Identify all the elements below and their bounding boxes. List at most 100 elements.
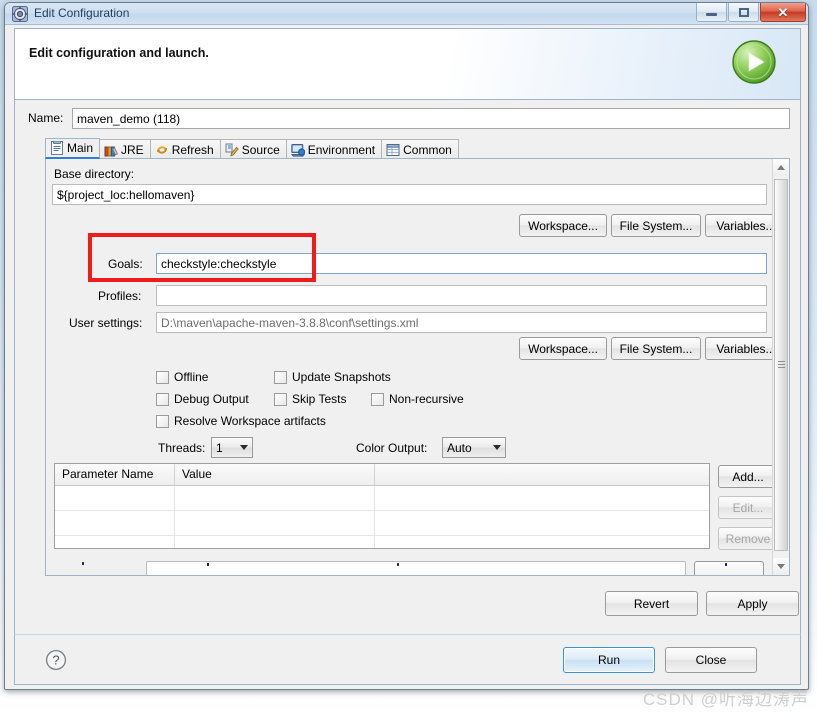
goals-input[interactable]	[156, 253, 767, 274]
revert-button[interactable]: Revert	[605, 591, 698, 616]
threads-dropdown[interactable]: 1	[211, 437, 253, 458]
watermark-text: CSDN @听海边涛声	[642, 690, 809, 709]
color-output-value: Auto	[447, 440, 472, 455]
jre-library-icon	[104, 143, 119, 157]
add-parameter-button[interactable]: Add...	[718, 465, 778, 488]
table-cell	[175, 486, 375, 510]
run-button[interactable]: Run	[563, 647, 655, 673]
checkbox-skip-tests-box[interactable]	[274, 392, 287, 406]
profiles-input[interactable]	[156, 285, 767, 306]
checkbox-offline-box[interactable]	[156, 370, 169, 384]
checkbox-resolve-workspace-artifacts-box[interactable]	[156, 414, 169, 428]
tab-main-label: Main	[67, 141, 94, 155]
tab-refresh[interactable]: Refresh	[149, 139, 221, 159]
checkbox-non-recursive[interactable]: Non-recursive	[371, 392, 464, 406]
parameter-table[interactable]: Parameter Name Value	[54, 463, 710, 549]
scrollbar-thumb[interactable]	[774, 179, 788, 551]
window-titlebar: Edit Configuration ✕	[5, 3, 808, 25]
tab-main[interactable]: Main	[45, 138, 101, 159]
tab-common-label: Common	[403, 142, 452, 157]
svg-text:?: ?	[52, 653, 59, 668]
checkbox-update-snapshots[interactable]: Update Snapshots	[274, 370, 391, 384]
checkbox-non-recursive-box[interactable]	[371, 392, 384, 406]
apply-button[interactable]: Apply	[706, 591, 799, 616]
remove-parameter-button[interactable]: Remove	[718, 527, 778, 550]
edit-parameter-button[interactable]: Edit...	[718, 496, 778, 519]
close-button[interactable]: Close	[665, 647, 757, 673]
table-row[interactable]	[55, 511, 709, 536]
checkbox-debug-output-box[interactable]	[156, 392, 169, 406]
checkbox-update-snapshots-box[interactable]	[274, 370, 287, 384]
parameter-table-header: Parameter Name Value	[55, 464, 709, 486]
tab-refresh-label: Refresh	[171, 142, 214, 157]
config-gear-icon	[12, 6, 28, 22]
checkbox-debug-output[interactable]: Debug Output	[156, 392, 249, 406]
scroll-down-arrow[interactable]	[773, 558, 789, 575]
maximize-icon	[738, 7, 749, 17]
color-output-dropdown[interactable]: Auto	[442, 437, 506, 458]
checkbox-skip-tests-label: Skip Tests	[292, 392, 347, 406]
name-label: Name:	[28, 111, 64, 125]
name-input[interactable]	[72, 108, 790, 129]
revert-apply-band: Revert Apply	[45, 582, 799, 622]
table-row[interactable]	[55, 536, 709, 548]
scroll-up-arrow[interactable]	[773, 159, 789, 176]
checkbox-debug-output-label: Debug Output	[174, 392, 249, 406]
dialog-header-title: Edit configuration and launch.	[29, 46, 209, 60]
minimize-icon	[706, 13, 717, 16]
checkbox-resolve-workspace-artifacts-label: Resolve Workspace artifacts	[174, 414, 326, 428]
column-value: Value	[175, 464, 375, 485]
refresh-arrows-icon	[155, 143, 169, 157]
threads-label: Threads:	[158, 441, 206, 455]
column-extra	[375, 464, 709, 485]
tab-common[interactable]: Common	[381, 139, 459, 159]
tab-environment-label: Environment	[307, 142, 376, 157]
checkbox-resolve-workspace-artifacts[interactable]: Resolve Workspace artifacts	[156, 414, 326, 428]
name-row: Name:	[28, 108, 790, 130]
chevron-down-icon	[236, 445, 252, 450]
checkbox-non-recursive-label: Non-recursive	[389, 392, 464, 406]
edit-configuration-window: Edit Configuration ✕ Edit configuration …	[4, 2, 809, 690]
table-cell	[375, 511, 709, 535]
table-cell	[55, 511, 175, 535]
tab-environment[interactable]: Environment	[285, 139, 383, 159]
user-settings-filesystem-button[interactable]: File System...	[611, 337, 701, 360]
table-cell	[55, 536, 175, 548]
dialog-body: Name: Main	[14, 100, 801, 634]
table-cell	[175, 511, 375, 535]
main-tab-content: Base directory: Workspace... File System…	[46, 159, 787, 575]
checkbox-offline[interactable]: Offline	[156, 370, 208, 384]
base-directory-input[interactable]	[52, 184, 767, 205]
main-tab-scroll-panel: Base directory: Workspace... File System…	[45, 158, 790, 576]
help-question-icon[interactable]: ?	[45, 649, 67, 671]
table-row[interactable]	[55, 486, 709, 511]
threads-value: 1	[216, 440, 223, 455]
close-icon: ✕	[777, 4, 789, 20]
close-window-button[interactable]: ✕	[760, 3, 806, 22]
checkbox-skip-tests[interactable]: Skip Tests	[274, 392, 346, 406]
clipped-button[interactable]	[694, 561, 764, 575]
tab-jre-label: JRE	[121, 142, 144, 157]
base-directory-label: Base directory:	[54, 167, 135, 181]
chevron-down-icon	[489, 445, 505, 450]
minimize-button[interactable]	[696, 3, 727, 22]
goals-label: Goals:	[108, 257, 143, 271]
tab-jre[interactable]: JRE	[99, 139, 151, 159]
color-output-label: Color Output:	[356, 441, 428, 455]
clipped-text-field[interactable]	[146, 561, 686, 575]
user-settings-workspace-button[interactable]: Workspace...	[519, 337, 607, 360]
environment-icon	[290, 143, 305, 157]
vertical-scrollbar[interactable]	[772, 159, 789, 575]
window-controls: ✕	[696, 3, 806, 22]
dialog-footer: ? Run Close	[14, 634, 801, 685]
main-document-icon	[50, 140, 64, 155]
checkbox-offline-label: Offline	[174, 370, 209, 384]
run-play-icon	[730, 38, 778, 86]
user-settings-label: User settings:	[69, 316, 143, 330]
base-dir-workspace-button[interactable]: Workspace...	[519, 214, 607, 237]
maximize-button[interactable]	[728, 3, 759, 22]
user-settings-input[interactable]	[156, 312, 767, 333]
source-pencil-icon	[225, 143, 239, 157]
tab-source[interactable]: Source	[219, 139, 287, 159]
base-dir-filesystem-button[interactable]: File System...	[611, 214, 701, 237]
